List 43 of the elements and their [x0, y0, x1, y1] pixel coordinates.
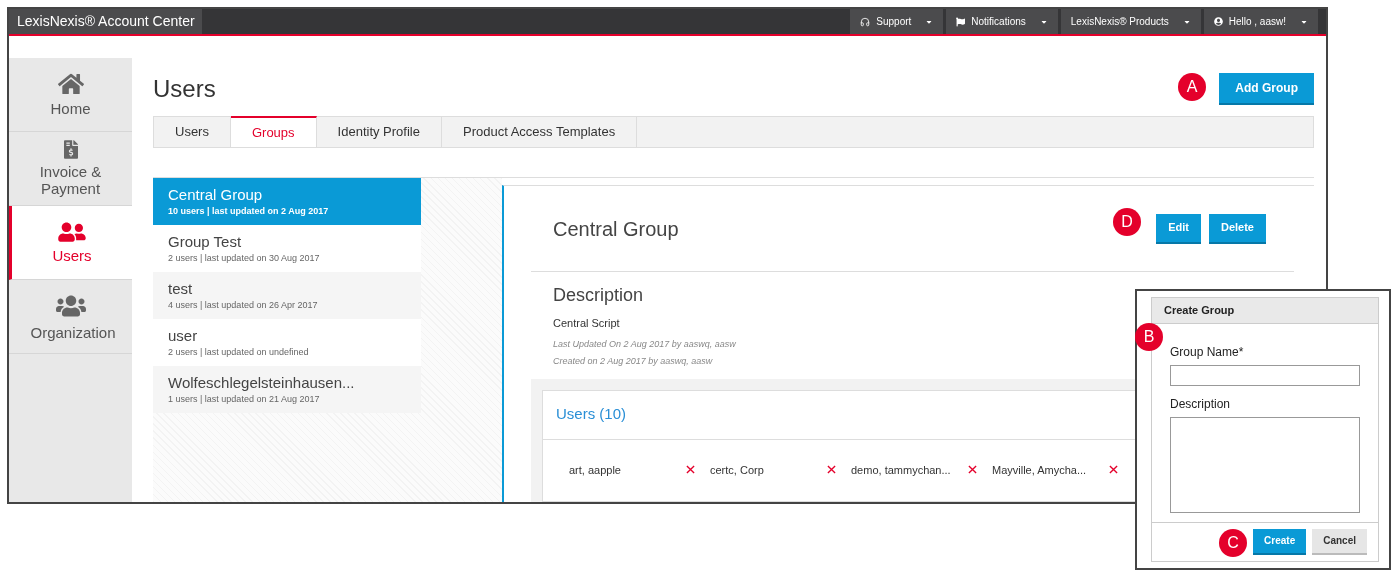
tab[interactable]: Identity Profile — [316, 117, 442, 147]
member-name: art, aapple — [569, 462, 622, 478]
nav-item[interactable]: Organization — [9, 280, 132, 354]
remove-icon[interactable] — [827, 465, 836, 475]
description-field[interactable] — [1170, 416, 1360, 513]
nav-item[interactable]: Users — [9, 206, 132, 280]
home-icon — [57, 72, 84, 96]
tab[interactable]: Groups — [230, 116, 317, 147]
member-name: certc, Corp — [710, 462, 765, 478]
users-icon — [58, 221, 86, 243]
menu-button[interactable]: Support — [850, 9, 944, 34]
member-name: Mayville, Amycha... — [992, 462, 1088, 478]
group-item[interactable]: Group Test 2 users | last updated on 30 Aug 2017 — [153, 225, 421, 272]
remove-icon[interactable] — [968, 465, 977, 475]
page-title: Users — [153, 74, 216, 104]
group-title: Central Group — [553, 216, 679, 242]
updated-text: Last Updated On 2 Aug 2017 by aaswq, aasw — [553, 337, 736, 351]
flag-icon — [956, 16, 966, 27]
created-text: Created on 2 Aug 2017 by aaswq, aasw — [553, 355, 713, 368]
remove-icon[interactable] — [686, 465, 695, 475]
headset-icon — [860, 16, 871, 27]
nav-item[interactable]: Home — [9, 58, 132, 132]
app-title: LexisNexis® Account Center — [9, 9, 202, 34]
group-name-field[interactable] — [1170, 364, 1360, 386]
description-heading: Description — [553, 284, 644, 306]
members-heading: Users (10) — [556, 404, 626, 425]
menu-button[interactable]: Hello , aasw! — [1203, 9, 1318, 34]
user-icon — [1213, 17, 1223, 26]
menu-button[interactable]: LexisNexis® Products — [1060, 9, 1201, 34]
group-item[interactable]: test 4 users | last updated on 26 Apr 2017 — [153, 272, 421, 319]
dialog-title: Create Group — [1164, 303, 1235, 319]
tab[interactable]: Product Access Templates — [441, 117, 638, 147]
invoice-icon — [63, 140, 78, 159]
group-item[interactable]: user 2 users | last updated on undefined — [153, 319, 421, 366]
field-label: Description — [1170, 395, 1232, 413]
member-name: demo, tammychan... — [851, 462, 952, 478]
remove-icon[interactable] — [1109, 465, 1118, 475]
menu-button[interactable]: Notifications — [946, 9, 1058, 34]
cancel-button[interactable]: Cancel — [1312, 528, 1367, 555]
group-item[interactable]: Wolfeschlegelsteinhausen... 1 users | last updated on 21 Aug 2017 — [153, 366, 421, 413]
tab[interactable]: Users — [154, 117, 231, 147]
description-text: Central Script — [553, 316, 620, 331]
field-label: Group Name* — [1170, 343, 1245, 361]
